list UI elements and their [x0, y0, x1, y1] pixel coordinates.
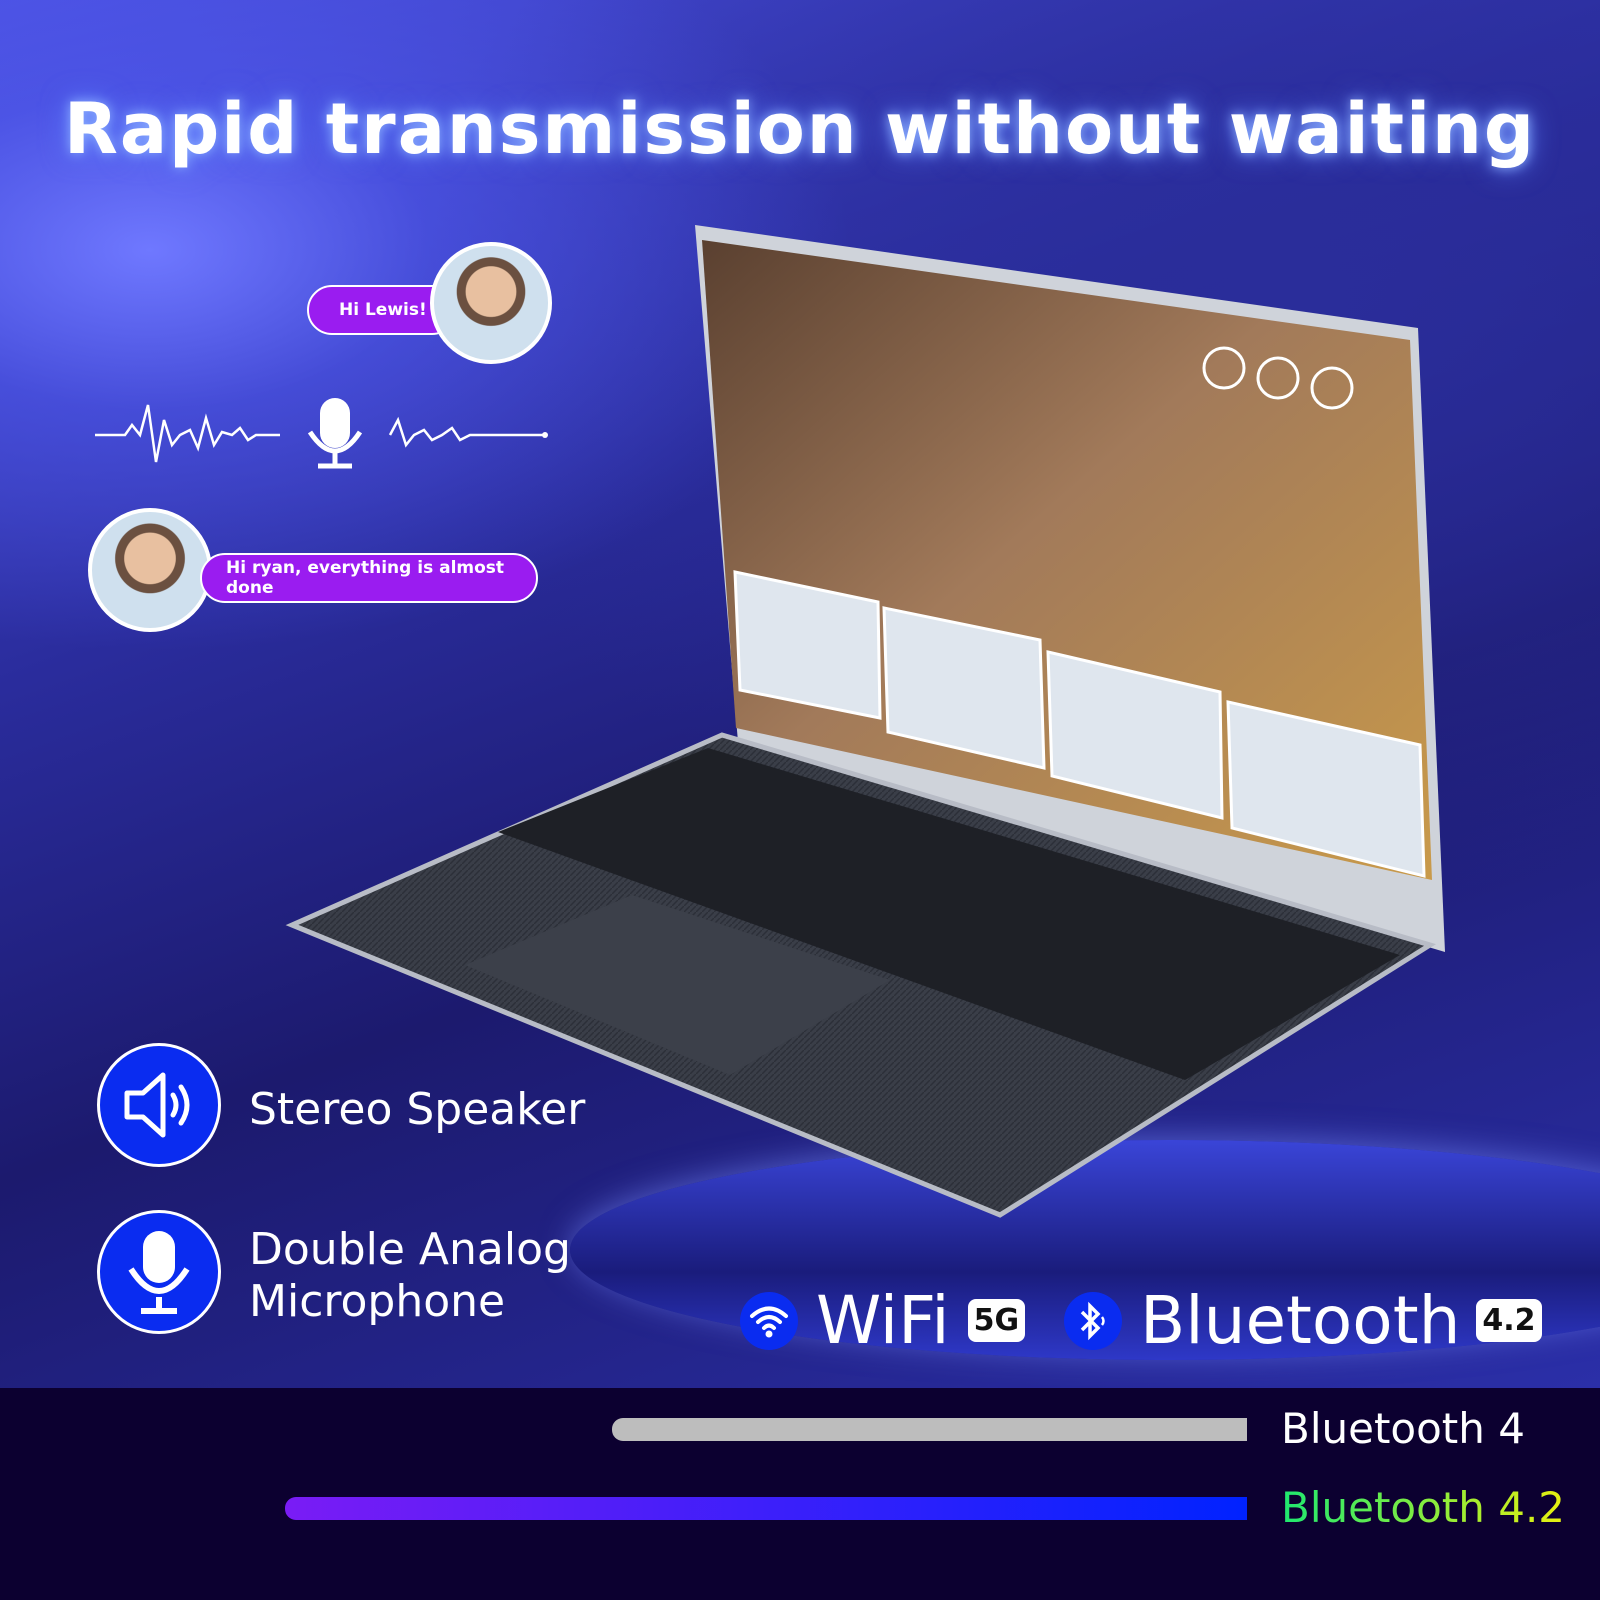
bluetooth-spec: Bluetooth 4.2 [1064, 1282, 1542, 1359]
feature-label-microphone: Double Analog Microphone [249, 1224, 571, 1328]
bluetooth-42-bar [285, 1497, 1247, 1520]
feature-label-speaker: Stereo Speaker [249, 1084, 586, 1135]
bluetooth-label: Bluetooth [1140, 1282, 1461, 1359]
bluetooth-4-bar [612, 1418, 1247, 1441]
speaker-feature-icon [97, 1043, 221, 1167]
wifi-icon [740, 1291, 798, 1350]
comparison-band: Bluetooth 4 Bluetooth 4.2 [0, 1388, 1600, 1600]
wifi-label: WiFi [816, 1282, 950, 1359]
bluetooth-icon [1064, 1291, 1122, 1350]
hero-stage: Rapid transmission without waiting Hi Le… [0, 0, 1600, 1388]
bluetooth-version-badge: 4.2 [1476, 1299, 1542, 1342]
laptop-image [285, 225, 1445, 1218]
bluetooth-4-label: Bluetooth 4 [1281, 1404, 1525, 1453]
wifi-5g-badge: 5G [967, 1299, 1026, 1342]
microphone-feature-icon [97, 1210, 221, 1334]
wifi-spec: WiFi 5G [740, 1282, 1026, 1359]
feature-label-line1: Double Analog [249, 1224, 571, 1275]
microphone-icon [128, 1231, 190, 1314]
speaker-icon [124, 1072, 190, 1138]
bluetooth-42-label: Bluetooth 4.2 [1281, 1483, 1566, 1532]
feature-label-line2: Microphone [249, 1276, 506, 1327]
